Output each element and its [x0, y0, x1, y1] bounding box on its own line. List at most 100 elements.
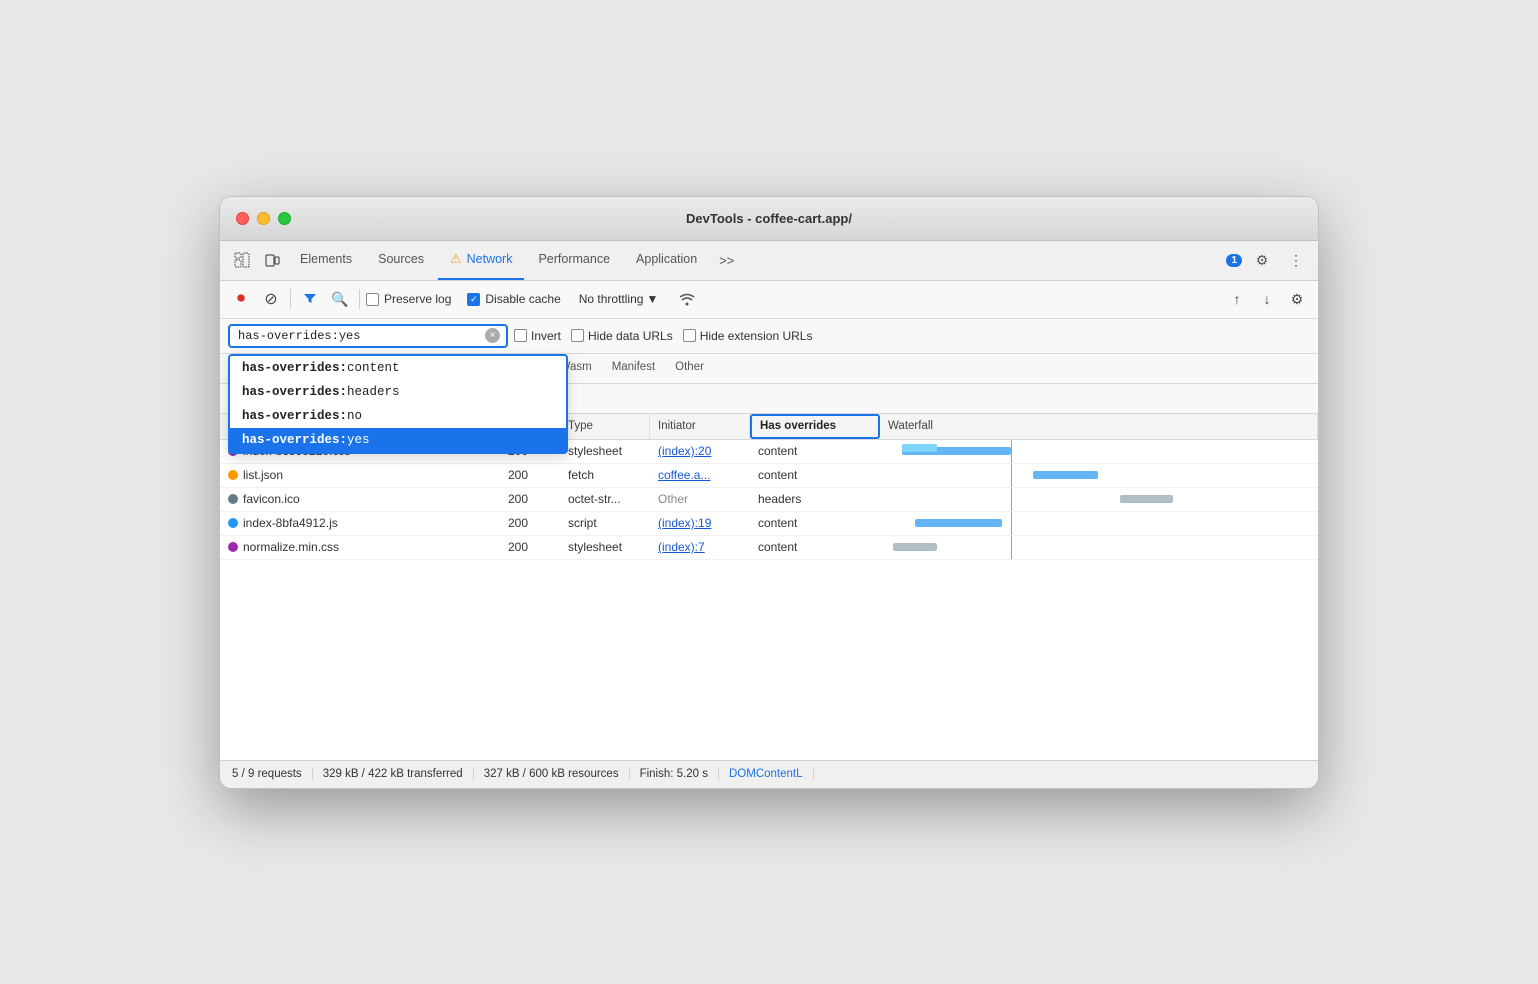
tab-performance-label: Performance [538, 252, 610, 266]
throttle-selector[interactable]: No throttling ▼ [575, 290, 663, 308]
tab-sources[interactable]: Sources [366, 240, 436, 280]
td-status-5: 200 [500, 536, 560, 559]
tab-performance[interactable]: Performance [526, 240, 622, 280]
preserve-log-checkbox[interactable] [366, 293, 379, 306]
toolbar-divider-2 [359, 289, 360, 309]
td-initiator-3: Other [650, 488, 750, 511]
hide-ext-label[interactable]: Hide extension URLs [683, 329, 813, 343]
disable-cache-checkbox[interactable] [467, 293, 480, 306]
filter-section: × has-overrides:content has-overrides:he… [228, 324, 508, 348]
filter-clear-button[interactable]: × [485, 328, 500, 343]
resources-size: 327 kB / 600 kB resources [474, 768, 630, 780]
td-name-4: index-8bfa4912.js [220, 512, 500, 535]
more-tabs-button[interactable]: >> [711, 253, 742, 268]
table-row[interactable]: index-8bfa4912.js 200 script (index):19 … [220, 512, 1318, 536]
td-overrides-5: content [750, 536, 880, 559]
warning-icon: ⚠ [450, 251, 462, 267]
tab-right-area: 1 ⚙ ⋮ [1226, 246, 1310, 274]
invert-checkbox[interactable] [514, 329, 527, 342]
td-overrides-2: content [750, 464, 880, 487]
table-row[interactable]: list.json 200 fetch coffee.a... content [220, 464, 1318, 488]
td-waterfall-5 [880, 536, 1318, 559]
domcontent-link[interactable]: DOMContentL [719, 768, 814, 780]
settings-icon[interactable]: ⚙ [1248, 246, 1276, 274]
filter-input-wrapper: × [228, 324, 508, 348]
autocomplete-item-yes[interactable]: has-overrides:yes [230, 428, 566, 452]
th-waterfall[interactable]: Waterfall [880, 414, 1318, 439]
finish-time: Finish: 5.20 s [630, 768, 719, 780]
window-title: DevTools - coffee-cart.app/ [686, 211, 852, 226]
maximize-button[interactable] [278, 212, 291, 225]
th-type[interactable]: Type [560, 414, 650, 439]
device-mode-icon[interactable] [258, 246, 286, 274]
tab-sources-label: Sources [378, 252, 424, 266]
autocomplete-item-headers[interactable]: has-overrides:headers [230, 380, 566, 404]
tab-application[interactable]: Application [624, 240, 709, 280]
filter-options: Invert Hide data URLs Hide extension URL… [514, 329, 812, 343]
network-settings-icon[interactable]: ⚙ [1284, 286, 1310, 312]
filter-bar: × has-overrides:content has-overrides:he… [220, 319, 1318, 354]
filter-icon[interactable] [297, 286, 323, 312]
td-name-3: favicon.ico [220, 488, 500, 511]
clear-button[interactable]: ⊘ [258, 286, 284, 312]
wifi-icon[interactable] [674, 286, 700, 312]
table-empty-space [220, 560, 1318, 760]
tab-elements-label: Elements [300, 252, 352, 266]
filter-input[interactable] [238, 329, 478, 343]
td-status-4: 200 [500, 512, 560, 535]
inspect-element-icon[interactable] [228, 246, 256, 274]
td-initiator-5[interactable]: (index):7 [650, 536, 750, 559]
autocomplete-item-no[interactable]: has-overrides:no [230, 404, 566, 428]
resource-tab-manifest[interactable]: Manifest [602, 354, 665, 384]
tab-application-label: Application [636, 252, 697, 266]
th-overrides[interactable]: Has overrides [750, 414, 880, 439]
td-type-4: script [560, 512, 650, 535]
tab-elements[interactable]: Elements [288, 240, 364, 280]
td-initiator-1[interactable]: (index):20 [650, 440, 750, 463]
more-options-icon[interactable]: ⋮ [1282, 246, 1310, 274]
json-icon-2 [228, 470, 238, 480]
preserve-log-label[interactable]: Preserve log [366, 292, 451, 306]
record-button[interactable]: ⏺ [228, 286, 254, 312]
autocomplete-item-content[interactable]: has-overrides:content [230, 356, 566, 380]
css-icon-5 [228, 542, 238, 552]
traffic-lights [236, 212, 291, 225]
tab-network-label: Network [467, 252, 513, 266]
hide-ext-checkbox[interactable] [683, 329, 696, 342]
td-waterfall-4 [880, 512, 1318, 535]
ico-icon-3 [228, 494, 238, 504]
td-status-3: 200 [500, 488, 560, 511]
td-initiator-2[interactable]: coffee.a... [650, 464, 750, 487]
search-icon[interactable]: 🔍 [327, 286, 353, 312]
network-toolbar: ⏺ ⊘ 🔍 Preserve log Disable cache No thro… [220, 281, 1318, 319]
td-name-2: list.json [220, 464, 500, 487]
td-overrides-3: headers [750, 488, 880, 511]
requests-count: 5 / 9 requests [232, 768, 313, 780]
invert-label[interactable]: Invert [514, 329, 561, 343]
resource-tab-other[interactable]: Other [665, 354, 714, 384]
hide-data-label[interactable]: Hide data URLs [571, 329, 673, 343]
td-type-3: octet-str... [560, 488, 650, 511]
hide-data-checkbox[interactable] [571, 329, 584, 342]
td-name-5: normalize.min.css [220, 536, 500, 559]
close-button[interactable] [236, 212, 249, 225]
td-overrides-1: content [750, 440, 880, 463]
js-icon-4 [228, 518, 238, 528]
notification-badge: 1 [1226, 254, 1242, 267]
td-type-2: fetch [560, 464, 650, 487]
tab-bar: Elements Sources ⚠ Network Performance A… [220, 241, 1318, 281]
td-waterfall-1 [880, 440, 1318, 463]
autocomplete-dropdown: has-overrides:content has-overrides:head… [228, 354, 568, 454]
import-icon[interactable]: ↑ [1224, 286, 1250, 312]
table-row[interactable]: favicon.ico 200 octet-str... Other heade… [220, 488, 1318, 512]
tab-network[interactable]: ⚠ Network [438, 240, 525, 280]
td-initiator-4[interactable]: (index):19 [650, 512, 750, 535]
td-waterfall-2 [880, 464, 1318, 487]
transferred-size: 329 kB / 422 kB transferred [313, 768, 474, 780]
th-initiator[interactable]: Initiator [650, 414, 750, 439]
table-row[interactable]: normalize.min.css 200 stylesheet (index)… [220, 536, 1318, 560]
export-icon[interactable]: ↓ [1254, 286, 1280, 312]
disable-cache-label[interactable]: Disable cache [467, 292, 560, 306]
toolbar-divider-1 [290, 289, 291, 309]
minimize-button[interactable] [257, 212, 270, 225]
